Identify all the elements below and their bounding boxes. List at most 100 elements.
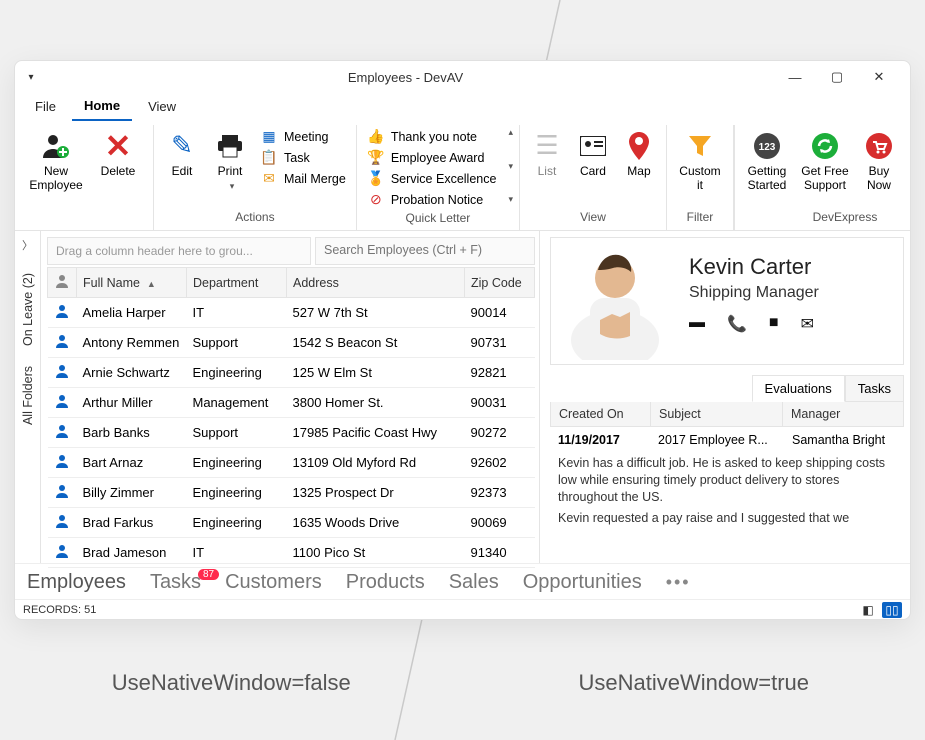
- employee-photo: [555, 242, 675, 360]
- meeting-label: Meeting: [284, 130, 328, 144]
- print-button[interactable]: Print▾: [208, 125, 252, 193]
- employee-name: Kevin Carter: [689, 254, 899, 280]
- about-button[interactable]: About: [905, 125, 911, 179]
- dropdown-icon[interactable]: ▾: [508, 194, 513, 205]
- record-count: RECORDS: 51: [23, 604, 96, 616]
- col-subject[interactable]: Subject: [651, 402, 783, 426]
- group-label-dx: DevExpress: [741, 208, 911, 228]
- employee-grid[interactable]: Full Name ▲ Department Address Zip Code …: [47, 267, 535, 568]
- email-icon[interactable]: ✉: [801, 314, 814, 334]
- col-addr[interactable]: Address: [287, 268, 465, 298]
- table-row[interactable]: Amelia Harper IT 527 W 7th St 90014: [48, 298, 535, 328]
- cart-icon: [865, 129, 893, 163]
- x-icon: ✕: [105, 129, 132, 163]
- thank-you-label: Thank you note: [391, 130, 477, 144]
- mail-merge-label: Mail Merge: [284, 172, 346, 186]
- nav-products[interactable]: Products: [346, 571, 425, 594]
- getting-started-button[interactable]: 123 Getting Started: [741, 125, 793, 193]
- phone-icon[interactable]: 📞: [727, 314, 747, 334]
- table-row[interactable]: Billy Zimmer Engineering 1325 Prospect D…: [48, 478, 535, 508]
- table-row[interactable]: Brad Farkus Engineering 1635 Woods Drive…: [48, 508, 535, 538]
- nav-tasks[interactable]: Tasks87: [150, 571, 201, 594]
- meeting-button[interactable]: ▦Meeting: [256, 127, 350, 146]
- close-button[interactable]: ✕: [858, 63, 900, 91]
- cell-zip: 90272: [465, 418, 535, 448]
- thumb-icon: 👍: [367, 128, 385, 145]
- group-label-view: View: [526, 208, 660, 228]
- video-icon[interactable]: ■: [769, 314, 779, 334]
- col-manager[interactable]: Manager: [783, 402, 903, 426]
- new-employee-button[interactable]: New Employee: [27, 125, 85, 193]
- map-view-button[interactable]: Map: [618, 125, 660, 179]
- delete-button[interactable]: ✕ Delete: [89, 125, 147, 179]
- group-label-actions: Actions: [160, 208, 350, 228]
- table-row[interactable]: Arthur Miller Management 3800 Homer St. …: [48, 388, 535, 418]
- col-dept[interactable]: Department: [187, 268, 287, 298]
- list-view-button[interactable]: ☰ List: [526, 125, 568, 179]
- col-zip[interactable]: Zip Code: [465, 268, 535, 298]
- side-tab-all-folders[interactable]: All Folders: [21, 366, 35, 425]
- cell-name: Barb Banks: [77, 418, 187, 448]
- search-field[interactable]: [324, 243, 526, 257]
- search-input[interactable]: [315, 237, 535, 265]
- col-icon[interactable]: [48, 268, 77, 298]
- nav-more-icon[interactable]: •••: [666, 572, 691, 593]
- award-label: Employee Award: [391, 151, 485, 165]
- table-row[interactable]: Antony Remmen Support 1542 S Beacon St 9…: [48, 328, 535, 358]
- chevron-down-icon[interactable]: ▾: [508, 161, 513, 172]
- sort-asc-icon: ▲: [147, 279, 156, 289]
- get-support-button[interactable]: Get Free Support: [797, 125, 853, 193]
- edit-label: Edit: [172, 165, 193, 179]
- edit-button[interactable]: ✎ Edit: [160, 125, 204, 179]
- col-created[interactable]: Created On: [551, 402, 651, 426]
- layout-icon-1[interactable]: ◧: [858, 602, 878, 618]
- tab-tasks[interactable]: Tasks: [845, 375, 904, 402]
- status-bar: RECORDS: 51 ◧ ▯▯: [15, 599, 910, 619]
- side-tabs: 〉 On Leave (2) All Folders: [15, 231, 41, 563]
- table-row[interactable]: Arnie Schwartz Engineering 125 W Elm St …: [48, 358, 535, 388]
- maximize-button[interactable]: ▢: [816, 63, 858, 91]
- funnel-icon: [687, 129, 713, 163]
- excellence-button[interactable]: 🏅Service Excellence: [363, 169, 501, 188]
- nav-customers[interactable]: Customers: [225, 571, 322, 594]
- eval-header: Created On Subject Manager: [550, 402, 904, 427]
- eval-row[interactable]: 11/19/2017 2017 Employee R... Samantha B…: [550, 427, 904, 453]
- custom-filter-button[interactable]: Custom it: [673, 125, 727, 193]
- cell-zip: 90069: [465, 508, 535, 538]
- side-tab-on-leave[interactable]: On Leave (2): [21, 273, 35, 346]
- award-button[interactable]: 🏆Employee Award: [363, 148, 501, 167]
- probation-button[interactable]: ⊘Probation Notice: [363, 190, 501, 209]
- cell-zip: 92373: [465, 478, 535, 508]
- pencil-icon: ✎: [171, 129, 193, 163]
- menu-home[interactable]: Home: [72, 94, 132, 121]
- tab-evaluations[interactable]: Evaluations: [752, 375, 845, 402]
- mail-merge-button[interactable]: ✉Mail Merge: [256, 169, 350, 188]
- layout-icon-2[interactable]: ▯▯: [882, 602, 902, 618]
- buy-now-button[interactable]: Buy Now: [857, 125, 901, 193]
- person-icon: [48, 328, 77, 358]
- cell-addr: 17985 Pacific Coast Hwy: [287, 418, 465, 448]
- task-label: Task: [284, 151, 310, 165]
- chevron-right-icon[interactable]: 〉: [22, 237, 33, 253]
- col-name[interactable]: Full Name ▲: [77, 268, 187, 298]
- nav-opportunities[interactable]: Opportunities: [523, 571, 642, 594]
- cell-name: Arthur Miller: [77, 388, 187, 418]
- menu-file[interactable]: File: [23, 95, 68, 120]
- task-button[interactable]: 📋Task: [256, 148, 350, 167]
- chevron-up-icon[interactable]: ▴: [508, 127, 513, 138]
- menu-view[interactable]: View: [136, 95, 188, 120]
- card-view-button[interactable]: Card: [572, 125, 614, 179]
- thank-you-button[interactable]: 👍 Thank you note: [363, 127, 501, 146]
- chat-icon[interactable]: ▬: [689, 314, 705, 334]
- table-row[interactable]: Barb Banks Support 17985 Pacific Coast H…: [48, 418, 535, 448]
- circle-123-icon: 123: [753, 129, 781, 163]
- cell-dept: Engineering: [187, 478, 287, 508]
- table-row[interactable]: Bart Arnaz Engineering 13109 Old Myford …: [48, 448, 535, 478]
- nav-sales[interactable]: Sales: [449, 571, 499, 594]
- group-drop-area[interactable]: Drag a column header here to grou...: [47, 237, 311, 265]
- cell-addr: 1325 Prospect Dr: [287, 478, 465, 508]
- eval-body-2: Kevin requested a pay raise and I sugges…: [550, 508, 904, 529]
- eval-manager: Samantha Bright: [784, 431, 904, 449]
- minimize-button[interactable]: —: [774, 63, 816, 91]
- nav-employees[interactable]: Employees: [27, 571, 126, 594]
